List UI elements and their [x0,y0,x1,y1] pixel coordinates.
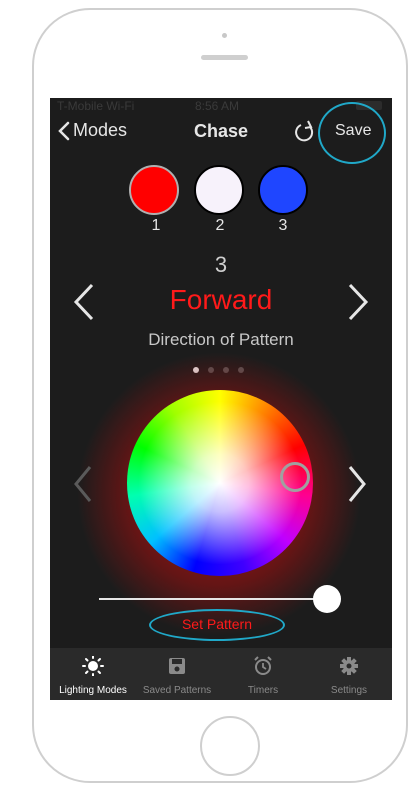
set-pattern-button[interactable]: Set Pattern [149,616,285,632]
refresh-icon[interactable] [293,119,317,145]
brightness-slider-knob[interactable] [313,585,341,613]
alarm-clock-icon [254,656,272,675]
app-screen: T-Mobile Wi-Fi 8:56 AM Modes Chase Save … [50,98,392,700]
previous-color-arrow[interactable] [72,464,94,504]
save-highlight-ring [318,102,386,164]
color-swatch-2[interactable] [194,165,244,215]
tab-saved-patterns[interactable]: Saved Patterns [134,648,220,700]
color-swatch-1[interactable] [129,165,179,215]
color-picker-handle[interactable] [280,462,310,492]
floppy-disk-icon [169,658,185,674]
carrier-label: T-Mobile Wi-Fi [57,99,135,113]
tab-label: Settings [330,685,368,696]
tab-settings[interactable]: Settings [306,648,392,700]
tab-lighting-modes[interactable]: Lighting Modes [50,648,136,700]
color-swatch-3[interactable] [258,165,308,215]
tab-bar: Lighting Modes Saved Patterns Timers Set… [50,648,392,700]
next-pattern-arrow[interactable] [346,282,370,322]
tab-label: Timers [247,685,279,696]
pattern-number: 3 [214,252,228,277]
status-time: 8:56 AM [195,99,240,113]
pattern-description: Direction of Pattern [148,330,294,349]
swatch-number-3: 3 [278,217,288,234]
sun-icon [82,656,104,676]
tab-label: Saved Patterns [142,685,212,696]
next-color-arrow[interactable] [346,464,368,504]
home-button[interactable] [200,716,260,776]
swatch-number-1: 1 [151,217,161,234]
brightness-slider-track[interactable] [99,598,329,600]
tab-timers[interactable]: Timers [220,648,306,700]
camera-dot [222,33,227,38]
swatch-number-2: 2 [215,217,225,234]
speaker-slot [201,55,248,60]
tab-label: Lighting Modes [59,685,127,696]
pattern-name: Forward [169,284,273,315]
gear-icon [340,657,358,675]
